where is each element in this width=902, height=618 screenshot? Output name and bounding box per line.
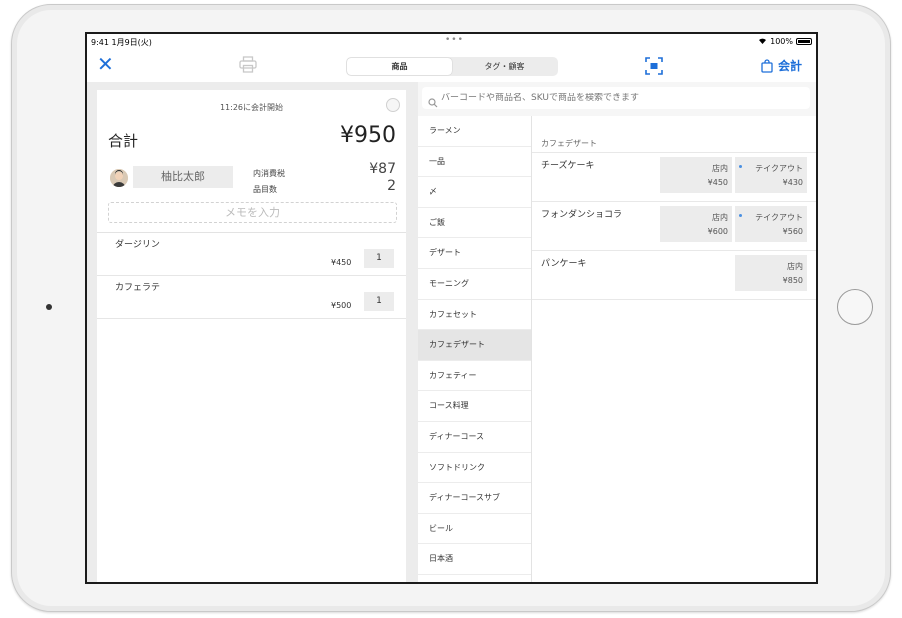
session-status-indicator[interactable]: [386, 98, 400, 112]
takeout-dot-icon: [739, 214, 742, 217]
price-tile-price: ¥450: [707, 178, 728, 187]
price-tile-label: 店内: [712, 213, 728, 222]
category-item[interactable]: コース料理: [418, 391, 531, 422]
price-tile-label: 店内: [712, 164, 728, 173]
search-box[interactable]: [422, 87, 810, 109]
home-button[interactable]: [837, 289, 873, 325]
search-input[interactable]: [441, 93, 801, 103]
nav-bar: ✕ 商品 タグ・顧客 会計: [87, 50, 816, 82]
printer-icon[interactable]: [239, 56, 257, 73]
shopping-bag-icon: [761, 58, 773, 73]
status-right: 100%: [758, 37, 812, 46]
tax-label: 内消費税: [253, 169, 285, 178]
category-item[interactable]: 一品: [418, 147, 531, 178]
tab-products[interactable]: 商品: [347, 58, 452, 75]
category-item[interactable]: 日本酒: [418, 544, 531, 575]
item-count-label: 品目数: [253, 185, 277, 194]
product-name: チーズケーキ: [541, 161, 595, 171]
category-item[interactable]: カフェセット: [418, 300, 531, 331]
price-tile-label: 店内: [787, 262, 803, 271]
category-item[interactable]: デザート: [418, 238, 531, 269]
order-item-quantity[interactable]: 1: [364, 292, 394, 311]
item-count: 2: [387, 178, 396, 194]
battery-percent: 100%: [770, 37, 793, 46]
product-name: パンケーキ: [541, 259, 587, 269]
session-start-time: 11:26に会計開始: [219, 103, 284, 112]
status-time: 9:41 1月9日(火): [91, 38, 152, 47]
multitasking-dots-icon: •••: [445, 35, 464, 45]
avatar[interactable]: [110, 169, 128, 187]
search-bar: [418, 82, 816, 116]
total-amount: ¥950: [340, 123, 396, 148]
category-item[interactable]: ソフトドリンク: [418, 453, 531, 484]
order-line-item[interactable]: カフェラテ ¥500 1: [97, 276, 406, 319]
screen: 9:41 1月9日(火) ••• 100% ✕ 商品 タグ・顧客 会計 11:2…: [85, 32, 818, 584]
category-item-selected[interactable]: カフェデザート: [418, 330, 531, 361]
price-tile-takeout[interactable]: テイクアウト ¥560: [735, 206, 807, 242]
battery-icon: [796, 38, 812, 45]
price-tile-price: ¥430: [782, 178, 803, 187]
barcode-scan-icon[interactable]: [644, 56, 664, 76]
total-label: 合計: [108, 132, 139, 150]
category-item[interactable]: モーニング: [418, 269, 531, 300]
order-item-price: ¥450: [331, 258, 352, 267]
category-item[interactable]: ご飯: [418, 208, 531, 239]
checkout-label: 会計: [777, 59, 802, 73]
search-icon: [428, 93, 438, 108]
price-tile-price: ¥560: [782, 227, 803, 236]
order-panel: 11:26に会計開始 合計 ¥950 柚比太郎 内消費税 ¥87 品目数 2 メ…: [97, 90, 406, 582]
order-item-name: カフェラテ: [115, 283, 161, 293]
product-category-title: カフェデザート: [541, 139, 597, 148]
price-tile-takeout[interactable]: テイクアウト ¥430: [735, 157, 807, 193]
product-row: フォンダンショコラ 店内 ¥600 テイクアウト ¥560: [532, 202, 816, 251]
checkout-button[interactable]: 会計: [761, 57, 802, 74]
close-icon[interactable]: ✕: [97, 54, 114, 74]
price-tile-price: ¥600: [707, 227, 728, 236]
category-item[interactable]: ビール: [418, 514, 531, 545]
wifi-icon: [758, 37, 767, 46]
order-item-name: ダージリン: [115, 240, 160, 250]
category-list: ラーメン 一品 〆 ご飯 デザート モーニング カフェセット カフェデザート カ…: [418, 116, 532, 582]
mode-segmented-control: 商品 タグ・顧客: [346, 57, 558, 76]
tax-amount: ¥87: [369, 161, 396, 177]
price-tile-label: テイクアウト: [755, 213, 803, 222]
tab-tags-customers[interactable]: タグ・顧客: [452, 58, 557, 75]
category-item[interactable]: ディナーコース: [418, 422, 531, 453]
price-tile-dine-in[interactable]: 店内 ¥450: [660, 157, 732, 193]
customer-name-field[interactable]: 柚比太郎: [133, 166, 233, 188]
price-tile-dine-in[interactable]: 店内 ¥600: [660, 206, 732, 242]
front-camera: [46, 304, 52, 310]
status-bar: 9:41 1月9日(火) ••• 100%: [87, 34, 816, 50]
product-grid: カフェデザート チーズケーキ 店内 ¥450 テイクアウト ¥430 フォンダン…: [532, 116, 816, 582]
category-item[interactable]: ラーメン: [418, 116, 531, 147]
price-tile-price: ¥850: [782, 276, 803, 285]
price-tile-label: テイクアウト: [755, 164, 803, 173]
product-row: パンケーキ 店内 ¥850: [532, 251, 816, 300]
product-name: フォンダンショコラ: [541, 210, 623, 220]
order-item-quantity[interactable]: 1: [364, 249, 394, 268]
order-line-item[interactable]: ダージリン ¥450 1: [97, 233, 406, 276]
memo-input[interactable]: メモを入力: [108, 202, 397, 223]
product-row: チーズケーキ 店内 ¥450 テイクアウト ¥430: [532, 153, 816, 202]
order-item-price: ¥500: [331, 301, 352, 310]
category-item[interactable]: カフェティー: [418, 361, 531, 392]
category-item[interactable]: 〆: [418, 177, 531, 208]
takeout-dot-icon: [739, 165, 742, 168]
category-item[interactable]: ディナーコースサブ: [418, 483, 531, 514]
price-tile-dine-in[interactable]: 店内 ¥850: [735, 255, 807, 291]
